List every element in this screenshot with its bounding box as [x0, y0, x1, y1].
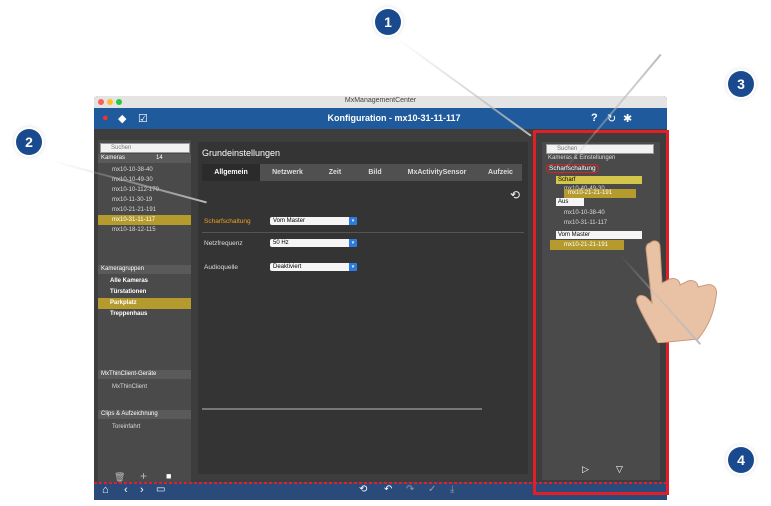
- home-icon[interactable]: ⌂: [102, 484, 109, 496]
- setting-label-audioquelle: Audioquelle: [204, 264, 238, 271]
- chat-icon[interactable]: ◆: [118, 112, 126, 125]
- group-item-selected[interactable]: Parkplatz: [98, 298, 191, 309]
- thinclient-item[interactable]: MxThinClient: [98, 382, 147, 392]
- back-icon[interactable]: ‹: [124, 484, 128, 496]
- callout-4: 4: [728, 447, 754, 473]
- audioquelle-select[interactable]: Deaktiviert ▾: [270, 263, 357, 271]
- scharfschaltung-value: Vom Master: [273, 218, 306, 224]
- audioquelle-value: Deaktiviert: [273, 264, 302, 270]
- group-item[interactable]: Treppenhaus: [98, 309, 191, 320]
- camera-item[interactable]: mx10-10-38-40: [98, 165, 191, 175]
- group-item[interactable]: Türstationen: [98, 287, 191, 298]
- camera-item-selected[interactable]: mx10-31-11-117: [98, 215, 191, 225]
- top-toolbar: ● ◆ ☑ Konfiguration - mx10-31-11-117 ? ↻…: [94, 108, 667, 129]
- setting-label-scharfschaltung: Scharfschaltung: [204, 218, 251, 225]
- settings-panel: Grundeinstellungen Allgemein Netzwerk Ze…: [198, 142, 528, 474]
- apply-icon[interactable]: ✓: [428, 484, 436, 495]
- left-search-input[interactable]: Suchen: [100, 143, 190, 153]
- camera-view-icon[interactable]: ▭: [156, 484, 165, 495]
- camera-item[interactable]: mx10-18-12-115: [98, 225, 191, 235]
- tab-allgemein[interactable]: Allgemein: [202, 164, 260, 181]
- cameras-header-label: Kameras: [101, 155, 126, 161]
- callout-1: 1: [375, 9, 401, 35]
- tab-zeit[interactable]: Zeit: [315, 164, 355, 181]
- setting-label-netzfrequenz: Netzfrequenz: [204, 240, 243, 247]
- camera-item[interactable]: mx10-21-21-191: [98, 205, 191, 215]
- reset-icon[interactable]: ⟲: [510, 188, 520, 202]
- divider: [202, 232, 524, 233]
- lock-icon[interactable]: ■: [166, 471, 171, 481]
- checkbox-icon[interactable]: ☑: [138, 112, 148, 125]
- camera-item[interactable]: mx10-11-30-19: [98, 195, 191, 205]
- clips-section-header[interactable]: Clips & Aufzeichnung: [98, 410, 191, 419]
- redo-icon[interactable]: ↷: [406, 484, 414, 495]
- group-list: Alle Kameras Türstationen Parkplatz Trep…: [98, 276, 191, 320]
- cameras-section-header[interactable]: Kameras 14: [98, 154, 191, 163]
- horizontal-scrollbar[interactable]: [202, 408, 482, 410]
- callout-3: 3: [728, 71, 754, 97]
- settings-heading: Grundeinstellungen: [202, 148, 281, 158]
- groups-section-header[interactable]: Kameragruppen: [98, 265, 191, 274]
- chevron-down-icon: ▾: [349, 263, 357, 271]
- tab-netzwerk[interactable]: Netzwerk: [260, 164, 315, 181]
- left-sidebar: Suchen Kameras 14 mx10-10-38-40 mx10-10-…: [98, 140, 191, 488]
- hand-pointer-icon: [636, 240, 717, 343]
- group-item[interactable]: Alle Kameras: [98, 276, 191, 287]
- app-title: MxManagementCenter: [344, 97, 417, 104]
- callout-2: 2: [16, 129, 42, 155]
- chevron-down-icon: ▾: [349, 239, 357, 247]
- download-icon[interactable]: ⤓: [450, 484, 454, 495]
- title-bar: MxManagementCenter: [94, 96, 667, 108]
- thinclient-section-header[interactable]: MxThinClient-Geräte: [98, 370, 191, 379]
- gear-icon[interactable]: ✱: [623, 112, 632, 125]
- clips-item[interactable]: Toreinfahrt: [98, 422, 140, 432]
- chevron-down-icon: ▾: [349, 217, 357, 225]
- undo-icon[interactable]: ↶: [384, 484, 392, 495]
- help-icon[interactable]: ?: [591, 112, 598, 124]
- restore-icon[interactable]: ⟲: [359, 484, 367, 495]
- add-icon[interactable]: +: [140, 469, 147, 483]
- tab-aufzeichnung[interactable]: Aufzeic: [479, 164, 522, 181]
- forward-icon[interactable]: ›: [140, 484, 144, 496]
- cameras-count: 14: [156, 155, 163, 161]
- scharfschaltung-select[interactable]: Vom Master ▾: [270, 217, 357, 225]
- netzfrequenz-value: 50 Hz: [273, 240, 289, 246]
- tab-bild[interactable]: Bild: [355, 164, 395, 181]
- tab-mxactivitysensor[interactable]: MxActivitySensor: [395, 164, 479, 181]
- netzfrequenz-select[interactable]: 50 Hz ▾: [270, 239, 357, 247]
- location-pin-icon[interactable]: ●: [102, 112, 109, 124]
